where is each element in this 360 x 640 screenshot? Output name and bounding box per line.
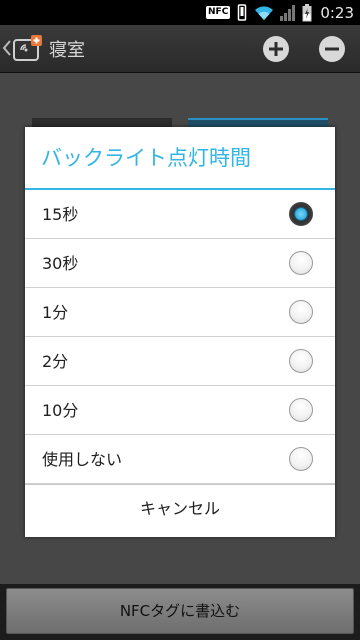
- signal-strength-icon: [280, 4, 296, 21]
- bottom-bar: NFCタグに書込む: [0, 584, 360, 640]
- option-1-minute[interactable]: 1分: [25, 288, 335, 337]
- option-10-minutes[interactable]: 10分: [25, 386, 335, 435]
- phone-vibrate-icon: [236, 4, 248, 21]
- chevron-left-icon[interactable]: [2, 37, 12, 59]
- cancel-button[interactable]: キャンセル: [25, 484, 335, 533]
- option-label: 10分: [42, 401, 79, 420]
- option-2-minutes[interactable]: 2分: [25, 337, 335, 386]
- dialog-title: バックライト点灯時間: [25, 127, 335, 190]
- clock: 0:23: [320, 3, 354, 22]
- radio-unselected-icon[interactable]: [289, 447, 313, 471]
- battery-charging-icon: [302, 3, 312, 22]
- action-bar: 寝室: [0, 25, 360, 73]
- write-nfc-tag-button[interactable]: NFCタグに書込む: [6, 588, 354, 634]
- radio-selected-icon[interactable]: [289, 202, 313, 226]
- radio-unselected-icon[interactable]: [289, 398, 313, 422]
- remove-circle-icon[interactable]: [318, 35, 346, 63]
- option-label: 2分: [42, 352, 69, 371]
- status-icons: NFC 0:23: [206, 2, 354, 23]
- radio-unselected-icon[interactable]: [289, 349, 313, 373]
- radio-unselected-icon[interactable]: [289, 251, 313, 275]
- nfc-tag-icon[interactable]: [12, 34, 44, 64]
- radio-unselected-icon[interactable]: [289, 300, 313, 324]
- option-not-used[interactable]: 使用しない: [25, 435, 335, 484]
- option-30-seconds[interactable]: 30秒: [25, 239, 335, 288]
- option-label: 30秒: [42, 254, 79, 273]
- status-bar: NFC 0:23: [0, 0, 360, 25]
- backlight-duration-dialog: バックライト点灯時間 15秒 30秒 1分 2分 10分 使用しない キャンセル: [25, 127, 335, 537]
- wifi-icon: [254, 5, 274, 21]
- add-circle-icon[interactable]: [262, 35, 290, 63]
- option-15-seconds[interactable]: 15秒: [25, 190, 335, 239]
- option-label: 1分: [42, 303, 69, 322]
- option-label: 15秒: [42, 205, 79, 224]
- page-title: 寝室: [49, 40, 85, 61]
- option-label: 使用しない: [42, 450, 123, 469]
- nfc-status-icon: NFC: [206, 6, 231, 19]
